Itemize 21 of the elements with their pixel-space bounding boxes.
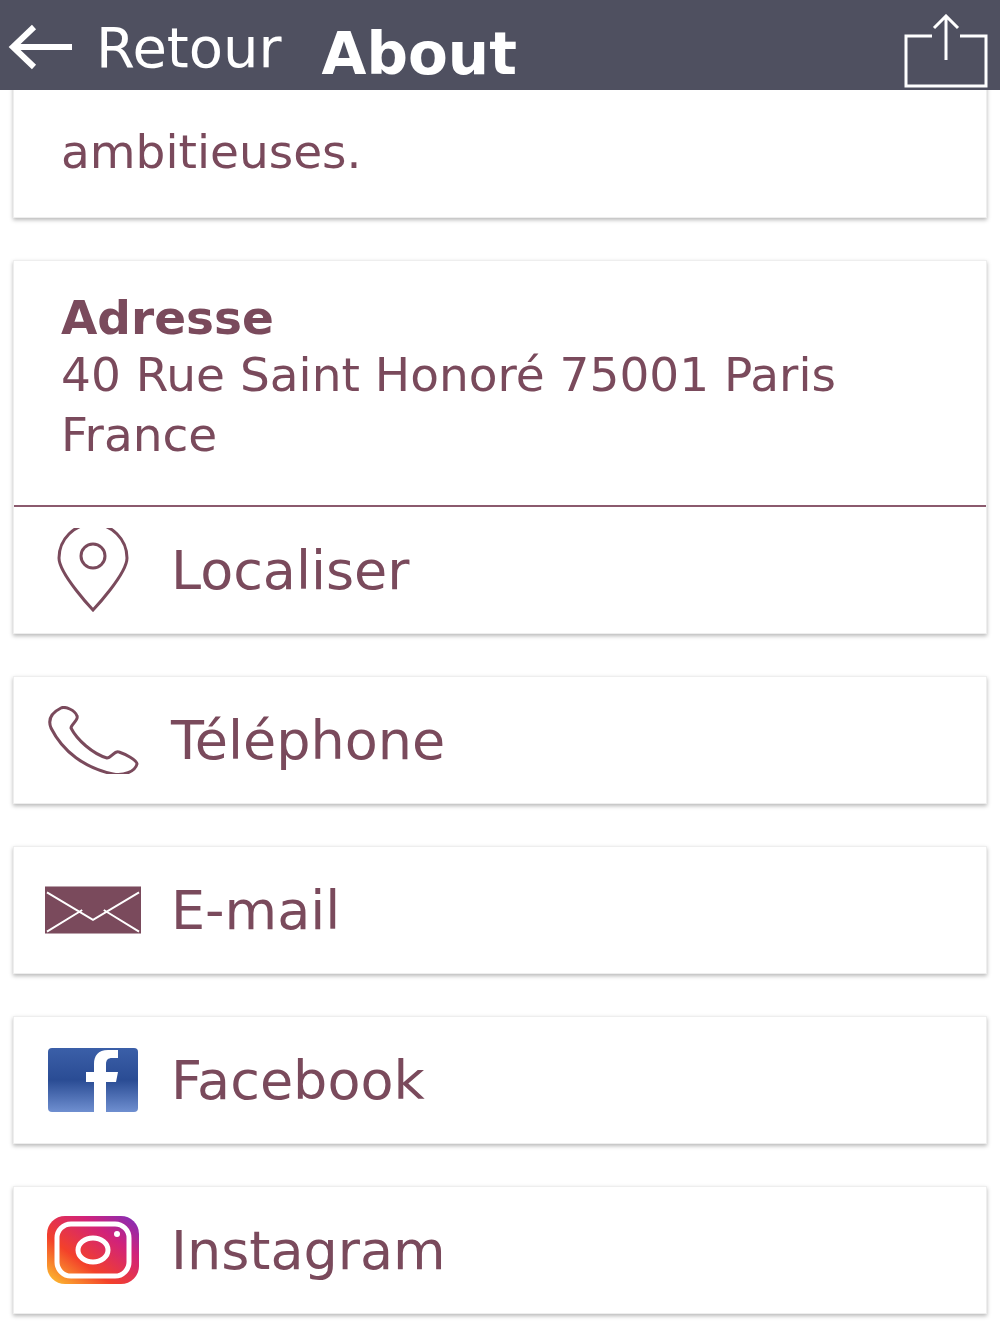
address-text: 40 Rue Saint Honoré 75001 Paris France [61, 346, 837, 464]
locate-row[interactable]: Localiser [14, 507, 986, 633]
action-label: E-mail [171, 878, 341, 942]
action-label: Localiser [171, 538, 410, 602]
address-label: Adresse [61, 291, 275, 345]
share-icon[interactable] [904, 14, 988, 88]
back-arrow-icon [8, 24, 74, 70]
phone-icon [45, 706, 141, 774]
page-title: About [321, 20, 517, 88]
envelope-icon [45, 886, 141, 934]
instagram-icon [45, 1216, 141, 1284]
description-text: ambitieuses. [61, 123, 363, 181]
action-card[interactable]: E-mail [13, 846, 987, 974]
action-card[interactable]: Instagram [13, 1186, 987, 1314]
action-label: Facebook [171, 1048, 425, 1112]
action-label: Téléphone [171, 708, 446, 772]
facebook-icon [45, 1048, 141, 1112]
action-card[interactable]: Facebook [13, 1016, 987, 1144]
action-card[interactable]: Téléphone [13, 676, 987, 804]
action-label: Instagram [171, 1218, 446, 1282]
back-button[interactable]: Retour [0, 14, 282, 80]
